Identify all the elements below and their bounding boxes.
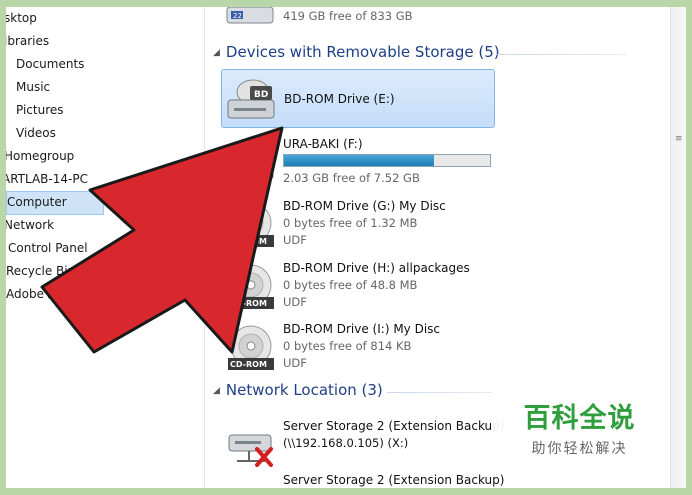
drive-i-fs: UDF <box>283 356 307 370</box>
nav-item-videos[interactable]: Videos <box>16 122 56 144</box>
collapse-caret-icon[interactable]: ◢ <box>213 48 220 58</box>
partial-drive-free: 419 GB free of 833 GB <box>283 9 413 23</box>
nav-item-recycle-bin[interactable]: Recycle Bin <box>6 260 75 282</box>
svg-text:CD-ROM: CD-ROM <box>230 299 267 308</box>
collapse-caret-icon[interactable]: ◢ <box>213 386 220 396</box>
network-drive-tile-x[interactable]: Server Storage 2 (Extension Backup) (\\1… <box>221 415 504 473</box>
drive-g-name: BD-ROM Drive (G:) My Disc <box>283 199 446 213</box>
network-drive-x-name: Server Storage 2 (Extension Backup) <box>283 419 505 433</box>
cd-rom-disc-icon: CD-ROM <box>228 264 274 309</box>
group-header-removable[interactable]: ◢ Devices with Removable Storage (5) <box>213 43 500 65</box>
drive-f-name: URA-BAKI (F:) <box>283 137 363 151</box>
bottom-border <box>0 488 692 495</box>
nav-item-control-panel[interactable]: Control Panel <box>8 237 88 259</box>
drive-e-name: BD-ROM Drive (E:) <box>284 92 395 106</box>
drive-f-usage-bar <box>283 154 491 167</box>
drive-tile-i[interactable]: CD-ROM BD-ROM Drive (I:) My Disc 0 bytes… <box>221 318 493 376</box>
drive-f-usage-fill <box>284 155 435 166</box>
nav-item-network[interactable]: Network <box>6 214 54 236</box>
drive-i-name: BD-ROM Drive (I:) My Disc <box>283 322 441 336</box>
network-drive-2-name: Server Storage 2 (Extension Backup) <box>283 473 505 487</box>
watermark-subtitle: 助你轻松解决 <box>531 441 628 457</box>
group-header-removable-label: Devices with Removable Storage (5) <box>225 43 500 61</box>
navigation-pane: sktop ibraries Documents Music Pictures … <box>6 7 205 495</box>
usb-drive-icon <box>228 160 274 180</box>
drive-g-free: 0 bytes free of 1.32 MB <box>283 216 418 230</box>
group-divider <box>387 392 497 393</box>
svg-text:CD-ROM: CD-ROM <box>230 360 267 369</box>
drive-tile-g[interactable]: CD-ROM BD-ROM Drive (G:) My Disc 0 bytes… <box>221 195 493 253</box>
cd-rom-disc-icon: CD-ROM <box>228 202 274 247</box>
watermark-logo: 百科全说 助你轻松解决 <box>492 388 667 470</box>
svg-text:CD-ROM: CD-ROM <box>230 237 267 246</box>
nav-item-pc[interactable]: ARTLAB-14-PC <box>6 168 88 190</box>
disconnected-network-drive-icon <box>228 434 273 467</box>
nav-item-homegroup[interactable]: Homegroup <box>6 145 74 167</box>
nav-item-adobe-acrobat[interactable]: Adobe Acrobat <box>6 283 94 305</box>
svg-text:BD: BD <box>254 90 268 100</box>
drive-tile-e[interactable]: BD BD-ROM Drive (E:) <box>221 69 495 128</box>
nav-item-pictures[interactable]: Pictures <box>16 99 64 121</box>
nav-item-documents[interactable]: Documents <box>16 53 84 75</box>
group-header-network[interactable]: ◢ Network Location (3) <box>213 381 383 403</box>
watermark-title: 百科全说 <box>523 403 636 434</box>
nav-item-desktop[interactable]: sktop <box>6 7 37 29</box>
vertical-scrollbar[interactable]: ≡ <box>670 7 686 495</box>
svg-text:22: 22 <box>233 12 242 20</box>
bd-drive-icon: BD <box>227 79 275 119</box>
nav-item-libraries[interactable]: ibraries <box>6 30 49 52</box>
group-header-network-label: Network Location (3) <box>225 381 383 399</box>
drive-tile-f[interactable]: URA-BAKI (F:) 2.03 GB free of 7.52 GB <box>221 133 493 191</box>
drive-h-name: BD-ROM Drive (H:) allpackages <box>283 261 470 275</box>
hard-drive-icon: 22 <box>226 7 274 24</box>
drive-i-free: 0 bytes free of 814 KB <box>283 339 412 353</box>
drive-h-free: 0 bytes free of 48.8 MB <box>283 278 418 292</box>
partial-drive-tile[interactable]: 22 419 GB free of 833 GB <box>221 7 493 27</box>
nav-item-computer[interactable]: Computer <box>6 191 104 215</box>
drive-f-free: 2.03 GB free of 7.52 GB <box>283 171 420 185</box>
cd-rom-disc-icon: CD-ROM <box>228 325 274 370</box>
group-divider <box>497 54 627 55</box>
drive-g-fs: UDF <box>283 233 307 247</box>
drive-tile-h[interactable]: CD-ROM BD-ROM Drive (H:) allpackages 0 b… <box>221 257 493 315</box>
drive-h-fs: UDF <box>283 295 307 309</box>
scroll-grip-icon[interactable]: ≡ <box>675 135 683 144</box>
nav-item-music[interactable]: Music <box>16 76 50 98</box>
network-drive-x-path: (\\192.168.0.105) (X:) <box>283 436 409 450</box>
